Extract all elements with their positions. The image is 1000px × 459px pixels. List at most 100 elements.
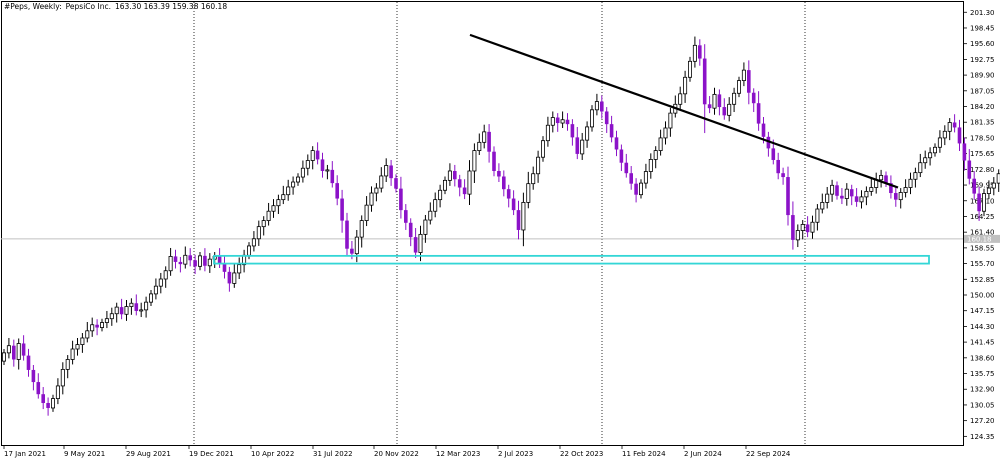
- candle: [889, 175, 893, 199]
- y-tick-label: 181.35: [970, 119, 995, 127]
- candle: [345, 212, 349, 257]
- candle-body: [129, 302, 134, 307]
- candle-body: [408, 222, 413, 238]
- candle: [354, 229, 359, 263]
- candle: [732, 87, 737, 113]
- candle-body: [75, 344, 80, 350]
- candle: [21, 335, 26, 361]
- candle: [541, 136, 546, 162]
- candle: [188, 248, 192, 267]
- candle: [766, 131, 771, 157]
- candle: [928, 147, 933, 166]
- candle: [629, 166, 633, 190]
- candle-body: [737, 80, 742, 94]
- candle: [698, 39, 702, 66]
- candle-body: [639, 182, 644, 196]
- candle-body: [457, 179, 462, 188]
- candle-body: [957, 127, 962, 144]
- candle-body: [977, 193, 981, 212]
- candle: [65, 355, 70, 379]
- candle: [482, 124, 487, 149]
- candle: [291, 176, 296, 195]
- candle: [688, 56, 693, 82]
- candle: [153, 278, 158, 300]
- y-tick-label: 127.20: [970, 417, 995, 425]
- candle: [575, 126, 580, 160]
- candle: [727, 97, 732, 122]
- candle: [957, 119, 962, 151]
- candle: [815, 204, 820, 231]
- y-tick-label: 201.30: [970, 9, 995, 17]
- candle-body: [536, 156, 541, 175]
- candle: [991, 177, 996, 196]
- candle: [55, 378, 60, 405]
- candle: [462, 179, 467, 200]
- candle: [158, 272, 163, 294]
- candle: [379, 167, 384, 193]
- candle: [835, 181, 839, 200]
- y-tick-label: 152.85: [970, 276, 995, 284]
- candle-body: [717, 94, 722, 108]
- price-chart[interactable]: 201.30 198.45 195.60 192.75 189.90 187.05 184.…: [0, 0, 1000, 459]
- candle-body: [178, 261, 183, 265]
- candle: [369, 186, 374, 212]
- candle-body: [923, 157, 928, 164]
- candle: [60, 362, 65, 395]
- candle: [12, 339, 16, 367]
- candle-body: [65, 359, 70, 370]
- y-tick-label: 178.50: [970, 134, 995, 142]
- candle-body: [286, 186, 291, 196]
- candle-body: [942, 130, 947, 139]
- candle-body: [345, 220, 349, 249]
- candle: [590, 105, 595, 132]
- candle: [36, 373, 41, 399]
- candle-body: [394, 178, 398, 189]
- candle-body: [124, 306, 129, 315]
- candle-body: [46, 403, 50, 408]
- candle-body: [835, 185, 839, 196]
- chart-window: #Peps, Weekly: PepsiCo Inc. 163.30 163.39 …: [0, 0, 1000, 459]
- candle: [854, 188, 859, 207]
- candle-body: [991, 182, 996, 189]
- candle: [26, 348, 31, 377]
- candle: [737, 76, 742, 98]
- candle-body: [516, 210, 521, 230]
- candle: [942, 125, 947, 146]
- candle-body: [541, 140, 546, 158]
- candle-body: [506, 189, 511, 199]
- y-tick-label: 192.75: [970, 56, 995, 64]
- x-tick-label: 20 Nov 2022: [374, 450, 419, 458]
- candle-body: [619, 149, 624, 163]
- candle: [786, 166, 790, 226]
- candle: [776, 152, 780, 180]
- candle: [364, 196, 369, 227]
- candle-body: [497, 170, 501, 177]
- candle-body: [453, 170, 457, 180]
- candle: [874, 172, 879, 194]
- candle-body: [374, 187, 379, 194]
- candle-body: [776, 159, 780, 174]
- y-tick-label: 158.55: [970, 244, 995, 252]
- candle: [506, 184, 511, 208]
- candle: [46, 397, 50, 416]
- candle: [502, 170, 506, 197]
- x-tick-label: 12 Mar 2023: [436, 450, 480, 458]
- candle: [497, 163, 501, 183]
- candle-body: [634, 183, 638, 195]
- candle: [565, 113, 570, 131]
- candle-body: [526, 183, 531, 203]
- candle: [879, 169, 884, 188]
- candle-body: [60, 368, 65, 387]
- candle: [937, 130, 942, 153]
- candle: [404, 204, 408, 230]
- y-tick-label: 144.30: [970, 323, 995, 331]
- candle: [232, 264, 237, 288]
- candle-body: [100, 322, 105, 328]
- candle-body: [840, 195, 844, 199]
- candle-body: [310, 150, 315, 161]
- candle: [536, 150, 541, 183]
- candle: [791, 201, 795, 250]
- candle: [433, 192, 438, 218]
- candle-body: [85, 330, 90, 339]
- candle: [457, 174, 462, 197]
